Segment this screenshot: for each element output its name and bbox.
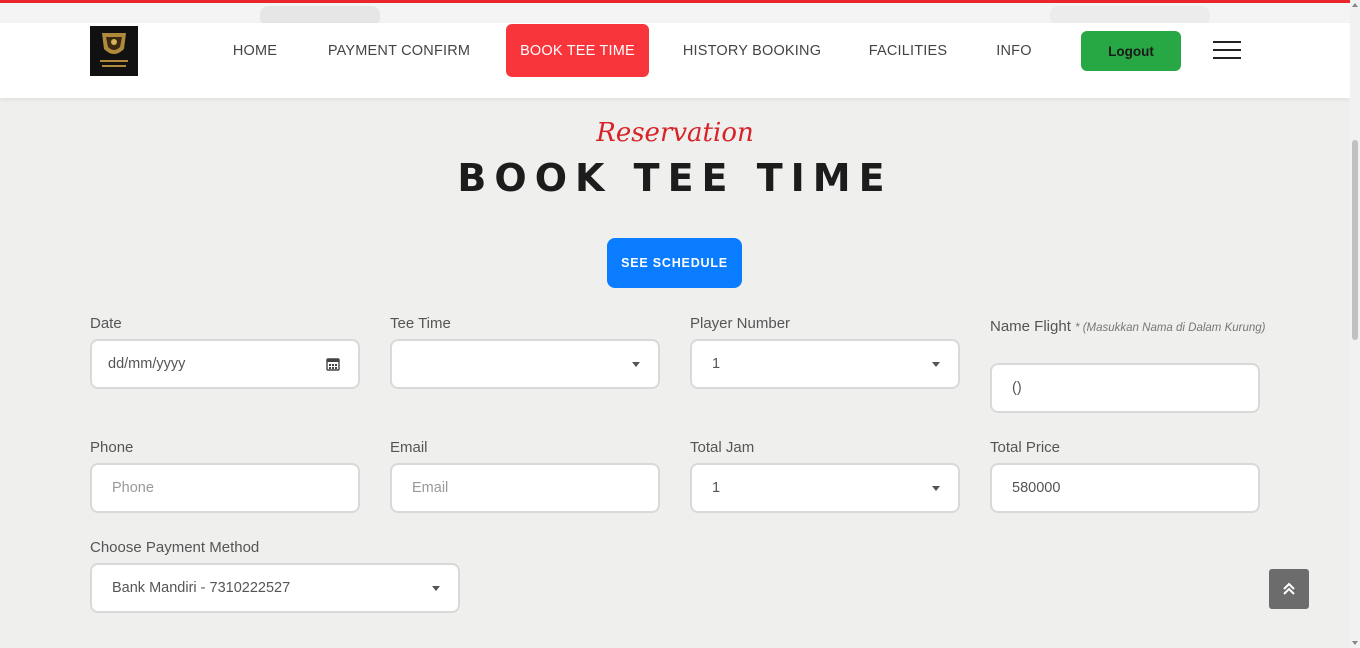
nav-facilities[interactable]: FACILITIES (860, 24, 956, 77)
total-jam-select[interactable]: 1 (690, 463, 960, 513)
page-title: BOOK TEE TIME (457, 156, 893, 200)
logout-button[interactable]: Logout (1081, 31, 1181, 71)
phone-input[interactable]: Phone (90, 463, 360, 513)
name-flight-note: * (Masukkan Nama di Dalam Kurung) (1075, 322, 1266, 334)
name-flight-value: () (1012, 380, 1022, 396)
scroll-down-arrow-icon[interactable] (1352, 641, 1358, 645)
date-input[interactable]: dd/mm/yyyy (90, 339, 360, 389)
top-background-strip (0, 0, 1350, 26)
email-label: Email (390, 439, 428, 456)
nav-book-tee-time[interactable]: BOOK TEE TIME (506, 24, 649, 77)
page-scrollbar[interactable] (1350, 0, 1360, 648)
nav-home[interactable]: HOME (222, 24, 288, 77)
section-subtitle: Reservation (596, 118, 754, 148)
brand-logo[interactable] (90, 26, 138, 76)
total-price-value: 580000 (1012, 480, 1061, 496)
scroll-to-top-button[interactable] (1269, 569, 1309, 609)
menu-icon[interactable] (1213, 41, 1241, 61)
chevron-down-icon (432, 586, 440, 591)
player-number-value: 1 (712, 356, 721, 372)
nav-history-booking[interactable]: HISTORY BOOKING (674, 24, 830, 77)
name-flight-input[interactable]: () (990, 363, 1260, 413)
email-input[interactable]: Email (390, 463, 660, 513)
payment-method-select[interactable]: Bank Mandiri - 7310222527 (90, 563, 460, 613)
phone-label: Phone (90, 439, 134, 456)
total-jam-label: Total Jam (690, 439, 755, 456)
navbar: HOME PAYMENT CONFIRM BOOK TEE TIME HISTO… (0, 23, 1350, 98)
total-jam-value: 1 (712, 480, 721, 496)
chevron-down-icon (932, 362, 940, 367)
tee-time-label: Tee Time (390, 315, 451, 332)
shield-crest-icon (100, 33, 128, 67)
scrollbar-thumb[interactable] (1352, 140, 1358, 340)
date-placeholder: dd/mm/yyyy (108, 356, 186, 372)
scroll-up-arrow-icon[interactable] (1352, 3, 1358, 7)
payment-method-label: Choose Payment Method (90, 539, 260, 556)
chevron-down-icon (632, 362, 640, 367)
double-chevron-up-icon (1283, 582, 1295, 595)
name-flight-label: Name Flight * (Masukkan Nama di Dalam Ku… (990, 315, 1270, 340)
player-number-label: Player Number (690, 315, 791, 332)
tee-time-select[interactable] (390, 339, 660, 389)
total-price-input[interactable]: 580000 (990, 463, 1260, 513)
nav-payment-confirm[interactable]: PAYMENT CONFIRM (318, 24, 480, 77)
calendar-icon[interactable] (326, 357, 340, 371)
email-placeholder: Email (412, 480, 449, 496)
chevron-down-icon (932, 486, 940, 491)
nav-info[interactable]: INFO (986, 24, 1042, 77)
name-flight-label-text: Name Flight (990, 318, 1071, 335)
date-label: Date (90, 315, 122, 332)
player-number-select[interactable]: 1 (690, 339, 960, 389)
payment-method-value: Bank Mandiri - 7310222527 (112, 580, 291, 596)
phone-placeholder: Phone (112, 480, 154, 496)
total-price-label: Total Price (990, 439, 1061, 456)
see-schedule-button[interactable]: SEE SCHEDULE (607, 238, 742, 288)
